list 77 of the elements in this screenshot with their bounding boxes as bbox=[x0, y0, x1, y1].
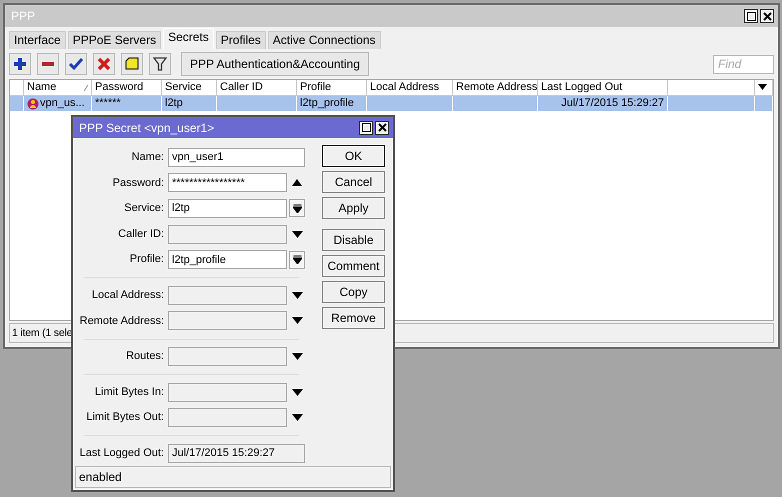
note-button[interactable] bbox=[121, 53, 143, 75]
dialog-button[interactable]: Copy bbox=[322, 281, 385, 304]
column-header: Last Logged Out bbox=[538, 80, 668, 96]
dropdown-button[interactable] bbox=[289, 199, 305, 218]
column-header: Service bbox=[162, 80, 217, 96]
tab[interactable]: Profiles bbox=[216, 31, 266, 49]
table-cell: l2tp_profile bbox=[300, 97, 354, 109]
column-header: Remote Address bbox=[453, 80, 538, 96]
maximize-icon bbox=[746, 12, 756, 20]
dropdown-icon bbox=[292, 204, 302, 213]
search-field[interactable]: Find bbox=[713, 54, 774, 74]
tab[interactable]: Active Connections bbox=[268, 31, 381, 49]
column-menu-button[interactable] bbox=[755, 80, 773, 96]
plus-button[interactable] bbox=[9, 53, 31, 75]
dialog-button[interactable]: Comment bbox=[322, 255, 385, 278]
maximize-button[interactable] bbox=[359, 120, 373, 135]
user-icon bbox=[27, 98, 39, 110]
field-label: Limit Bytes Out: bbox=[85, 410, 165, 426]
field-label: Password: bbox=[112, 176, 165, 191]
close-button[interactable] bbox=[760, 9, 774, 23]
status-bar: enabled bbox=[75, 466, 391, 488]
maximize-icon bbox=[362, 123, 370, 132]
checkmark-button[interactable] bbox=[65, 53, 87, 75]
down-arrow-icon bbox=[292, 352, 302, 360]
field-label: Service: bbox=[123, 201, 165, 216]
down-arrow-icon bbox=[292, 230, 302, 238]
dialog-button[interactable]: Cancel bbox=[322, 171, 385, 194]
column-header: Caller ID bbox=[217, 80, 297, 96]
checkmark-icon bbox=[69, 57, 83, 71]
dialog-title: PPP Secret <vpn_user1> bbox=[79, 120, 214, 137]
input-field[interactable]: ***************** bbox=[168, 173, 287, 192]
auth-accounting-button[interactable]: PPP Authentication&Accounting bbox=[181, 52, 369, 76]
cross-icon bbox=[97, 57, 111, 71]
close-button[interactable] bbox=[375, 120, 389, 135]
dialog-button[interactable]: Apply bbox=[322, 197, 385, 220]
down-arrow-icon bbox=[292, 388, 302, 396]
tab[interactable]: Secrets bbox=[163, 28, 214, 49]
dialog-button[interactable]: Disable bbox=[322, 229, 385, 252]
plus-icon bbox=[13, 57, 27, 71]
field-label: Name: bbox=[130, 150, 165, 166]
sort-icon bbox=[84, 85, 88, 91]
table-cell: vpn_us... bbox=[40, 96, 85, 111]
input-field[interactable]: l2tp_profile bbox=[168, 250, 287, 270]
filter-icon bbox=[153, 57, 167, 71]
table-row[interactable]: vpn_us... ****** l2tp l2tp_profile Jul/17/2015 15:29:27 bbox=[10, 96, 773, 111]
column-header: Profile bbox=[297, 80, 367, 96]
tab[interactable]: Interface bbox=[9, 31, 66, 49]
dialog-button[interactable]: OK bbox=[322, 145, 385, 168]
column-header: Local Address bbox=[367, 80, 453, 96]
table-cell: Jul/17/2015 15:29:27 bbox=[561, 97, 664, 109]
dialog-button[interactable]: Remove bbox=[322, 307, 385, 330]
field-label: Routes: bbox=[125, 349, 165, 364]
filter-button[interactable] bbox=[149, 53, 171, 75]
down-arrow-icon bbox=[292, 292, 302, 299]
note-icon bbox=[125, 57, 139, 71]
dropdown-icon bbox=[758, 84, 767, 90]
cross-button[interactable] bbox=[93, 53, 115, 75]
close-icon bbox=[762, 12, 772, 20]
down-arrow-icon bbox=[292, 414, 302, 422]
field-label: Last Logged Out: bbox=[78, 446, 165, 461]
table-cell: ****** bbox=[95, 97, 121, 109]
field-label: Profile: bbox=[128, 252, 165, 268]
tab[interactable]: PPPoE Servers bbox=[68, 31, 162, 49]
field-label: Limit Bytes In: bbox=[94, 384, 165, 400]
field-label: Caller ID: bbox=[117, 226, 165, 242]
table-cell: l2tp bbox=[165, 97, 183, 109]
column-header: Name bbox=[24, 80, 92, 96]
maximize-button[interactable] bbox=[744, 9, 758, 23]
close-icon bbox=[378, 123, 386, 132]
dropdown-button[interactable] bbox=[289, 250, 305, 269]
minus-button[interactable] bbox=[37, 53, 59, 75]
down-arrow-icon bbox=[292, 317, 302, 324]
input-field[interactable]: vpn_user1 bbox=[168, 148, 305, 167]
dropdown-icon bbox=[292, 255, 302, 264]
up-arrow-icon bbox=[292, 179, 302, 186]
input-field[interactable]: l2tp bbox=[168, 198, 287, 218]
field-label: Local Address: bbox=[90, 288, 165, 303]
